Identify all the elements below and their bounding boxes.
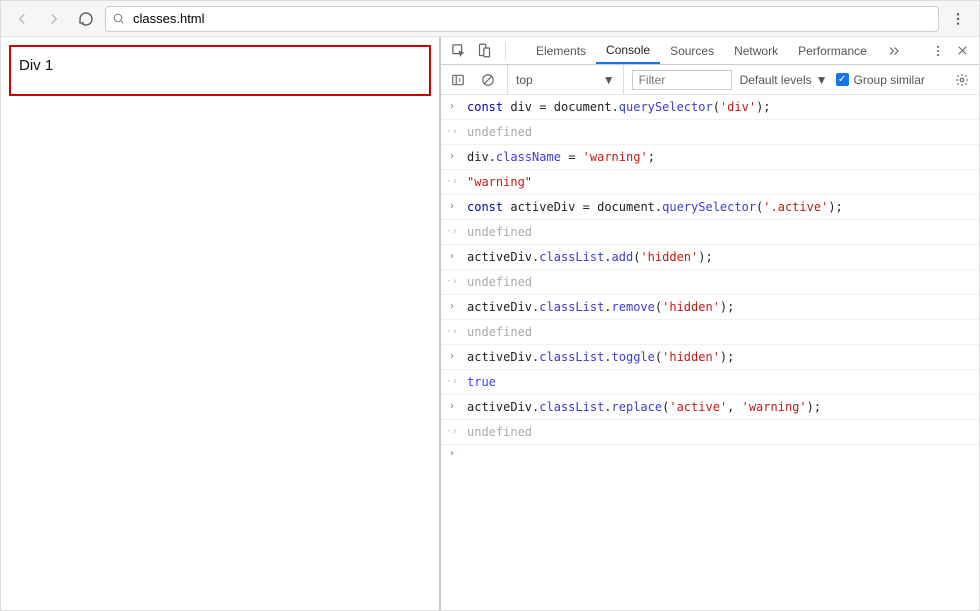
tab-performance[interactable]: Performance xyxy=(788,37,877,64)
console-input-line: ›activeDiv.classList.remove('hidden'); xyxy=(441,295,979,320)
console-output-line: ‹·undefined xyxy=(441,220,979,245)
console-output-line: ‹·undefined xyxy=(441,120,979,145)
devtools-menu-icon[interactable] xyxy=(927,40,949,62)
console-result: undefined xyxy=(467,423,532,441)
inspect-element-icon[interactable] xyxy=(447,40,469,62)
tab-elements[interactable]: Elements xyxy=(526,37,596,64)
tab-network[interactable]: Network xyxy=(724,37,788,64)
checkbox-checked-icon: ✓ xyxy=(836,73,849,86)
console-input-line: ›activeDiv.classList.toggle('hidden'); xyxy=(441,345,979,370)
tab-console[interactable]: Console xyxy=(596,37,660,64)
search-icon xyxy=(112,12,125,25)
console-input-line: ›activeDiv.classList.replace('active', '… xyxy=(441,395,979,420)
rendered-page: Div 1 xyxy=(1,37,441,610)
filter-input[interactable] xyxy=(632,70,732,90)
url-input[interactable] xyxy=(131,10,932,27)
close-devtools-icon[interactable] xyxy=(951,40,973,62)
console-result: undefined xyxy=(467,223,532,241)
levels-label: Default levels xyxy=(740,73,812,87)
console-output-line: ‹·true xyxy=(441,370,979,395)
console-result: "warning" xyxy=(467,173,532,191)
console-output-line: ‹·undefined xyxy=(441,270,979,295)
menu-button[interactable] xyxy=(945,6,971,32)
console-code: const div = document.querySelector('div'… xyxy=(467,98,771,116)
devtools-tabs: ElementsConsoleSourcesNetworkPerformance xyxy=(526,37,877,64)
page-div-1: Div 1 xyxy=(9,45,431,96)
console-code: activeDiv.classList.add('hidden'); xyxy=(467,248,713,266)
device-toolbar-icon[interactable] xyxy=(473,40,495,62)
console-code: activeDiv.classList.toggle('hidden'); xyxy=(467,348,734,366)
console-code: div.className = 'warning'; xyxy=(467,148,655,166)
forward-button[interactable] xyxy=(41,6,67,32)
console-input-line: ›const div = document.querySelector('div… xyxy=(441,95,979,120)
console-settings-icon[interactable] xyxy=(951,69,973,91)
browser-toolbar xyxy=(1,1,979,37)
console-output[interactable]: › const div = document.querySelector('div… xyxy=(441,95,979,610)
reload-button[interactable] xyxy=(73,6,99,32)
more-tabs-icon[interactable] xyxy=(881,44,907,58)
console-result: undefined xyxy=(467,323,532,341)
address-bar[interactable] xyxy=(105,6,939,32)
devtools-panel: ElementsConsoleSourcesNetworkPerformance xyxy=(441,37,979,610)
console-output-line: ‹·undefined xyxy=(441,420,979,445)
console-result: undefined xyxy=(467,123,532,141)
console-output-line: ‹·"warning" xyxy=(441,170,979,195)
log-levels-selector[interactable]: Default levels ▼ xyxy=(740,73,828,87)
tab-sources[interactable]: Sources xyxy=(660,37,724,64)
console-result: undefined xyxy=(467,273,532,291)
console-code: activeDiv.classList.replace('active', 'w… xyxy=(467,398,821,416)
back-button[interactable] xyxy=(9,6,35,32)
console-input-line: ›activeDiv.classList.add('hidden'); xyxy=(441,245,979,270)
console-prompt[interactable]: › xyxy=(441,445,979,462)
main-area: Div 1 ElementsConsoleSourcesNetworkPerfo… xyxy=(1,37,979,610)
group-similar-toggle[interactable]: ✓ Group similar xyxy=(836,73,925,87)
console-result: true xyxy=(467,373,496,391)
context-label: top xyxy=(516,73,533,87)
console-input-line: ›div.className = 'warning'; xyxy=(441,145,979,170)
dropdown-icon: ▼ xyxy=(603,73,615,87)
console-sidebar-toggle-icon[interactable] xyxy=(447,69,469,91)
console-code: activeDiv.classList.remove('hidden'); xyxy=(467,298,734,316)
console-code: const activeDiv = document.querySelector… xyxy=(467,198,843,216)
browser-window: Div 1 ElementsConsoleSourcesNetworkPerfo… xyxy=(0,0,980,611)
console-input-line: ›const activeDiv = document.querySelecto… xyxy=(441,195,979,220)
devtools-tabbar: ElementsConsoleSourcesNetworkPerformance xyxy=(441,37,979,65)
separator xyxy=(505,42,506,60)
context-selector[interactable]: top ▼ xyxy=(507,65,624,94)
group-label: Group similar xyxy=(854,73,925,87)
dropdown-icon: ▼ xyxy=(816,73,828,87)
console-toolbar: top ▼ Default levels ▼ ✓ Group similar xyxy=(441,65,979,95)
clear-console-icon[interactable] xyxy=(477,69,499,91)
console-output-line: ‹·undefined xyxy=(441,320,979,345)
